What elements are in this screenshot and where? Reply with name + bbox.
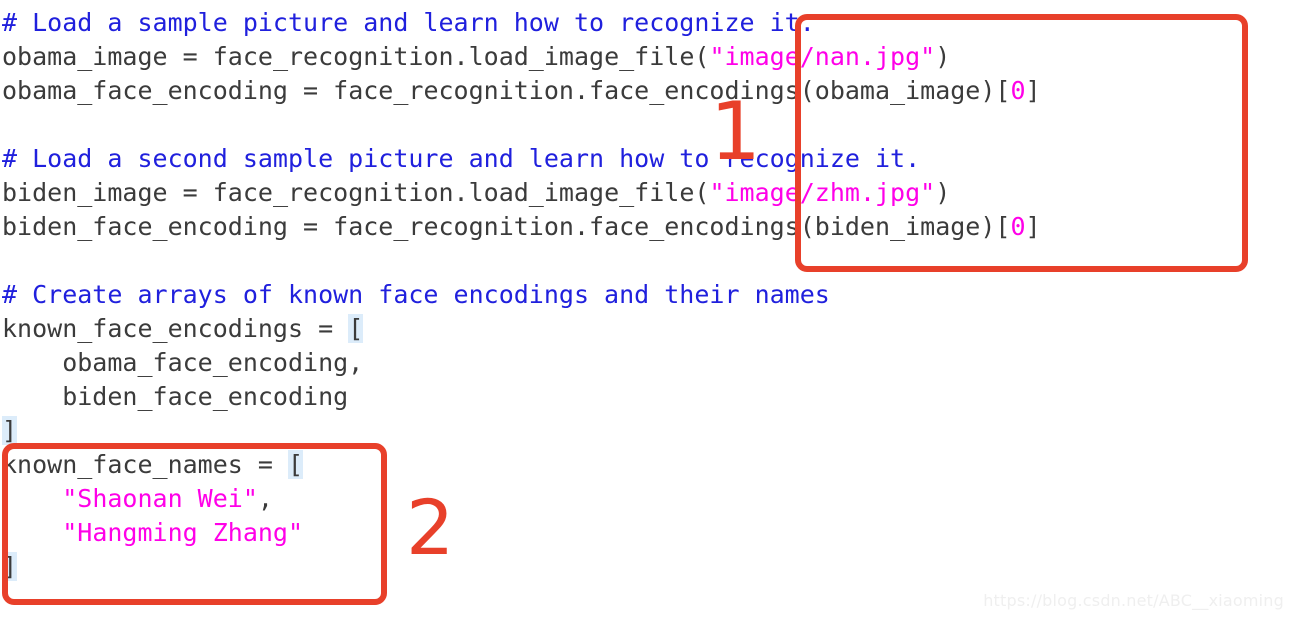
code-token-num: 0 (1010, 76, 1026, 105)
code-token-punct: ) (935, 42, 951, 71)
code-token-bracket: ] (2, 416, 18, 445)
code-token-name: face_recognition.face_encodings(biden_im… (333, 212, 1011, 241)
code-token-name: known_face_names (2, 450, 258, 479)
code-token-punct: ) (935, 178, 951, 207)
code-token-name: face_recognition.load_image_file( (212, 42, 710, 71)
code-block: # Load a sample picture and learn how to… (0, 6, 1292, 584)
code-token-punct (2, 518, 62, 547)
code-token-name: obama_image (2, 42, 183, 71)
code-token-num: 0 (1010, 212, 1026, 241)
code-line: known_face_names = [ (0, 448, 1292, 482)
code-token-op: = (318, 314, 349, 343)
code-token-name: known_face_encodings (2, 314, 319, 343)
code-token-comment: # Load a second sample picture and learn… (2, 144, 921, 173)
code-token-punct: ] (1025, 212, 1041, 241)
code-token-bracket: ] (2, 552, 18, 581)
code-line: biden_face_encoding (0, 380, 1292, 414)
code-line: obama_face_encoding = face_recognition.f… (0, 74, 1292, 108)
code-token-punct (2, 484, 62, 513)
code-token-op: = (257, 450, 288, 479)
code-line: "Hangming Zhang" (0, 516, 1292, 550)
code-line: # Load a sample picture and learn how to… (0, 6, 1292, 40)
code-token-comment: # Create arrays of known face encodings … (2, 280, 830, 309)
code-line: # Load a second sample picture and learn… (0, 142, 1292, 176)
code-token-punct: ] (1025, 76, 1041, 105)
code-line: known_face_encodings = [ (0, 312, 1292, 346)
code-line: obama_face_encoding, (0, 346, 1292, 380)
code-line: ] (0, 550, 1292, 584)
code-line: biden_face_encoding = face_recognition.f… (0, 210, 1292, 244)
code-token-op: = (182, 42, 213, 71)
code-line: # Create arrays of known face encodings … (0, 278, 1292, 312)
code-token-str: "image/zhm.jpg" (709, 178, 936, 207)
code-token-bracket: [ (287, 450, 304, 479)
code-token-name: face_recognition.load_image_file( (212, 178, 710, 207)
code-token-str: "image/nan.jpg" (709, 42, 936, 71)
code-token-op: = (303, 76, 334, 105)
code-token-name: obama_face_encoding (2, 76, 304, 105)
code-token-bracket: [ (348, 314, 364, 343)
code-token-str: "Hangming Zhang" (62, 518, 304, 547)
code-line: ] (0, 414, 1292, 448)
code-token-name: face_recognition.face_encodings(obama_im… (333, 76, 1011, 105)
code-token-op: = (182, 178, 213, 207)
code-token-punct: , (257, 484, 273, 513)
code-token-name: obama_face_encoding, (2, 348, 364, 377)
code-line: obama_image = face_recognition.load_imag… (0, 40, 1292, 74)
code-token-op: = (303, 212, 334, 241)
code-line: "Shaonan Wei", (0, 482, 1292, 516)
code-token-name: biden_face_encoding (2, 212, 304, 241)
code-token-str: "Shaonan Wei" (62, 484, 258, 513)
code-token-name: biden_image (2, 178, 183, 207)
code-token-comment: # Load a sample picture and learn how to… (2, 8, 815, 37)
code-line: biden_image = face_recognition.load_imag… (0, 176, 1292, 210)
code-token-name: biden_face_encoding (2, 382, 349, 411)
watermark: https://blog.csdn.net/ABC__xiaoming (983, 591, 1284, 610)
